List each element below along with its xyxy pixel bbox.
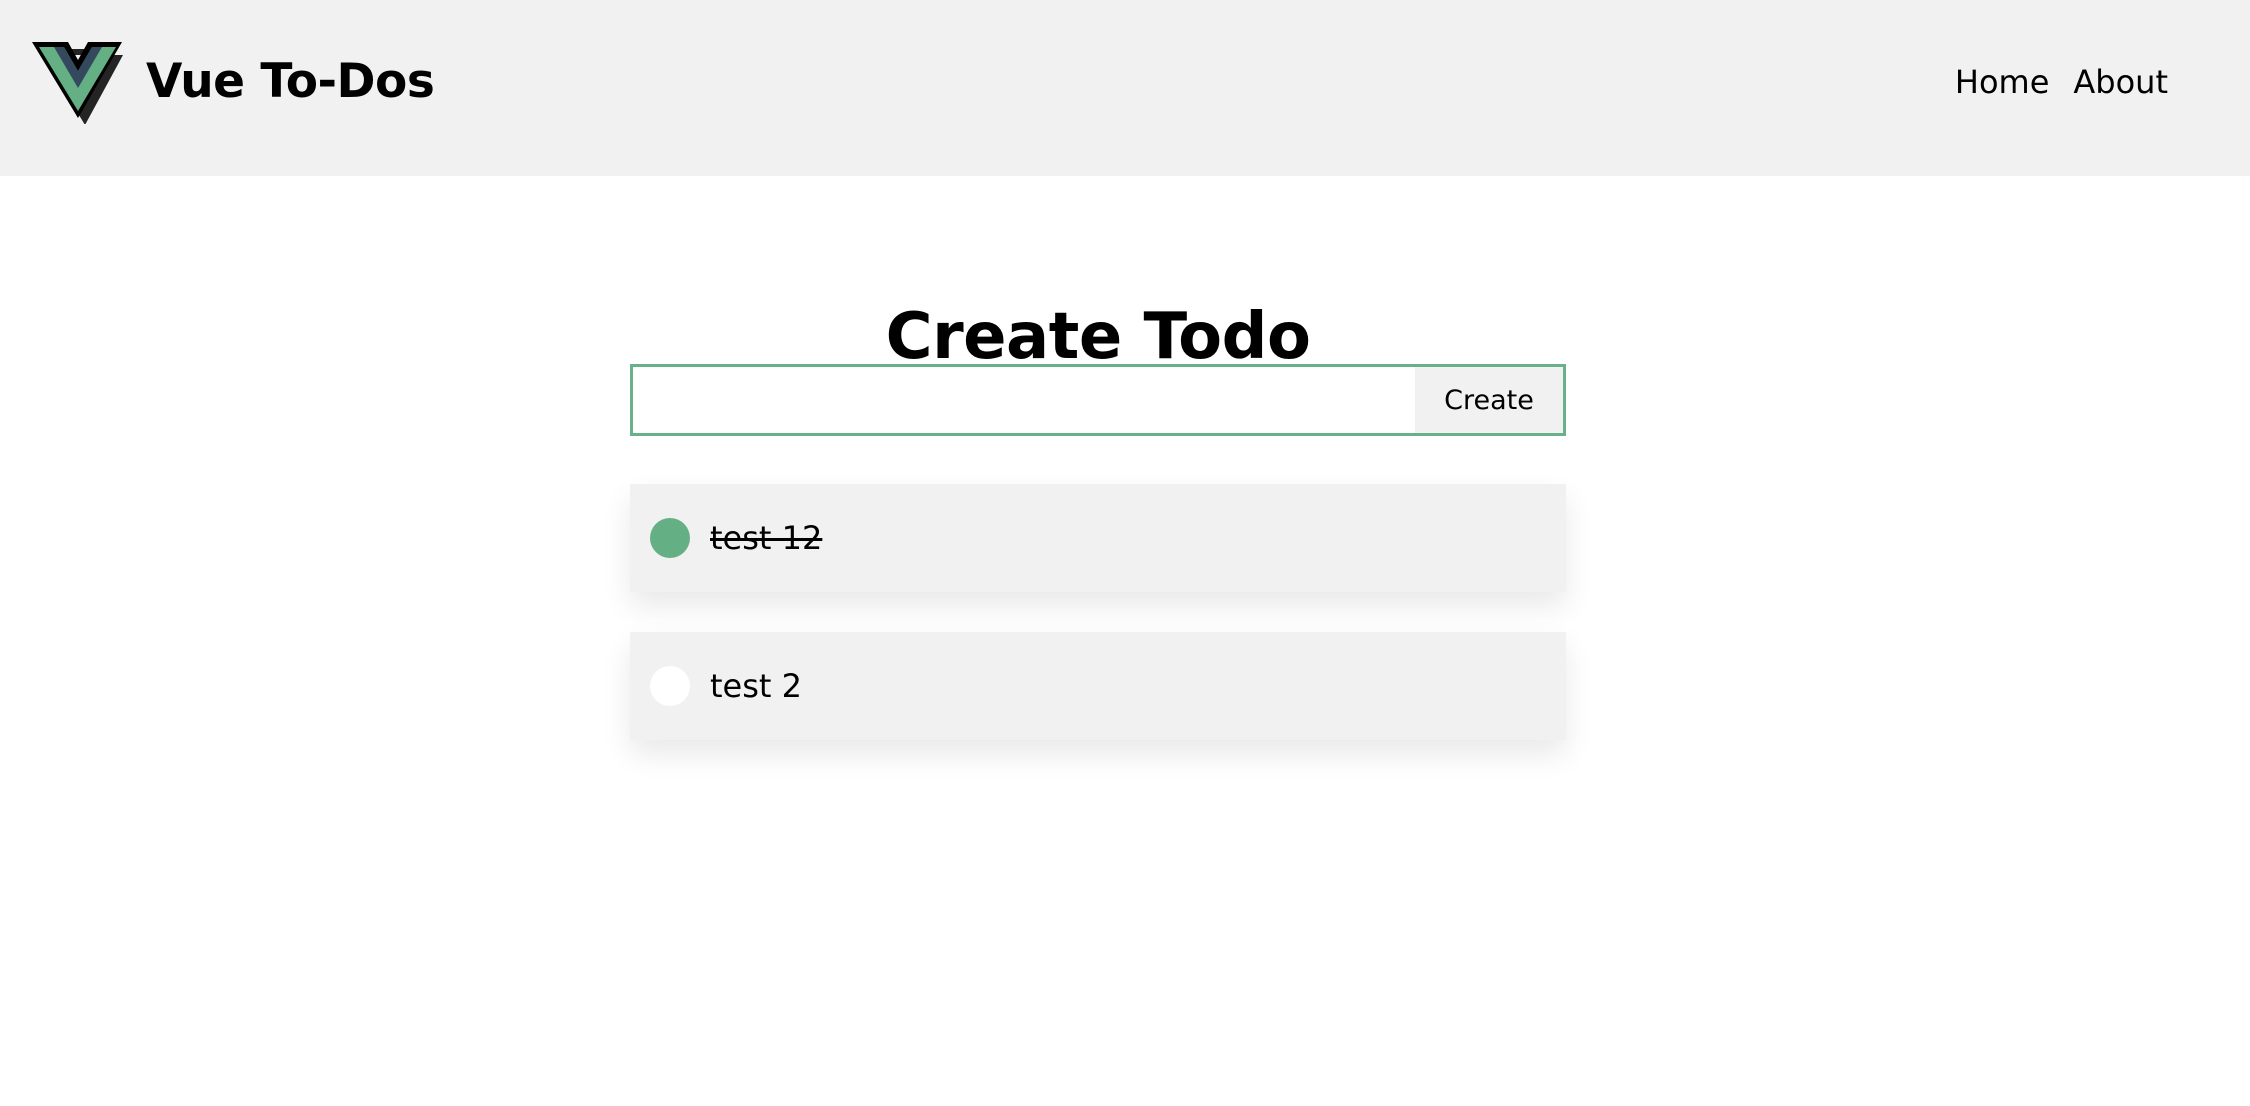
todo-item[interactable]: test 12 [630, 484, 1566, 592]
vue-logo-icon[interactable] [30, 38, 126, 124]
completed-check-icon[interactable] [650, 518, 690, 558]
create-todo-form: Create [630, 364, 1566, 436]
todo-input[interactable] [633, 367, 1415, 433]
main-nav: Home About [1955, 58, 2168, 106]
nav-link-home[interactable]: Home [1955, 58, 2050, 106]
brand-title[interactable]: Vue To-Dos [146, 50, 435, 114]
uncompleted-check-icon[interactable] [650, 666, 690, 706]
create-button[interactable]: Create [1415, 367, 1563, 433]
todo-text: test 2 [710, 667, 802, 705]
site-header: Vue To-Dos Home About [0, 0, 2250, 176]
nav-link-about[interactable]: About [2073, 58, 2168, 106]
todo-text: test 12 [710, 519, 823, 557]
todo-list: test 12 test 2 [630, 484, 1566, 780]
todo-item[interactable]: test 2 [630, 632, 1566, 740]
